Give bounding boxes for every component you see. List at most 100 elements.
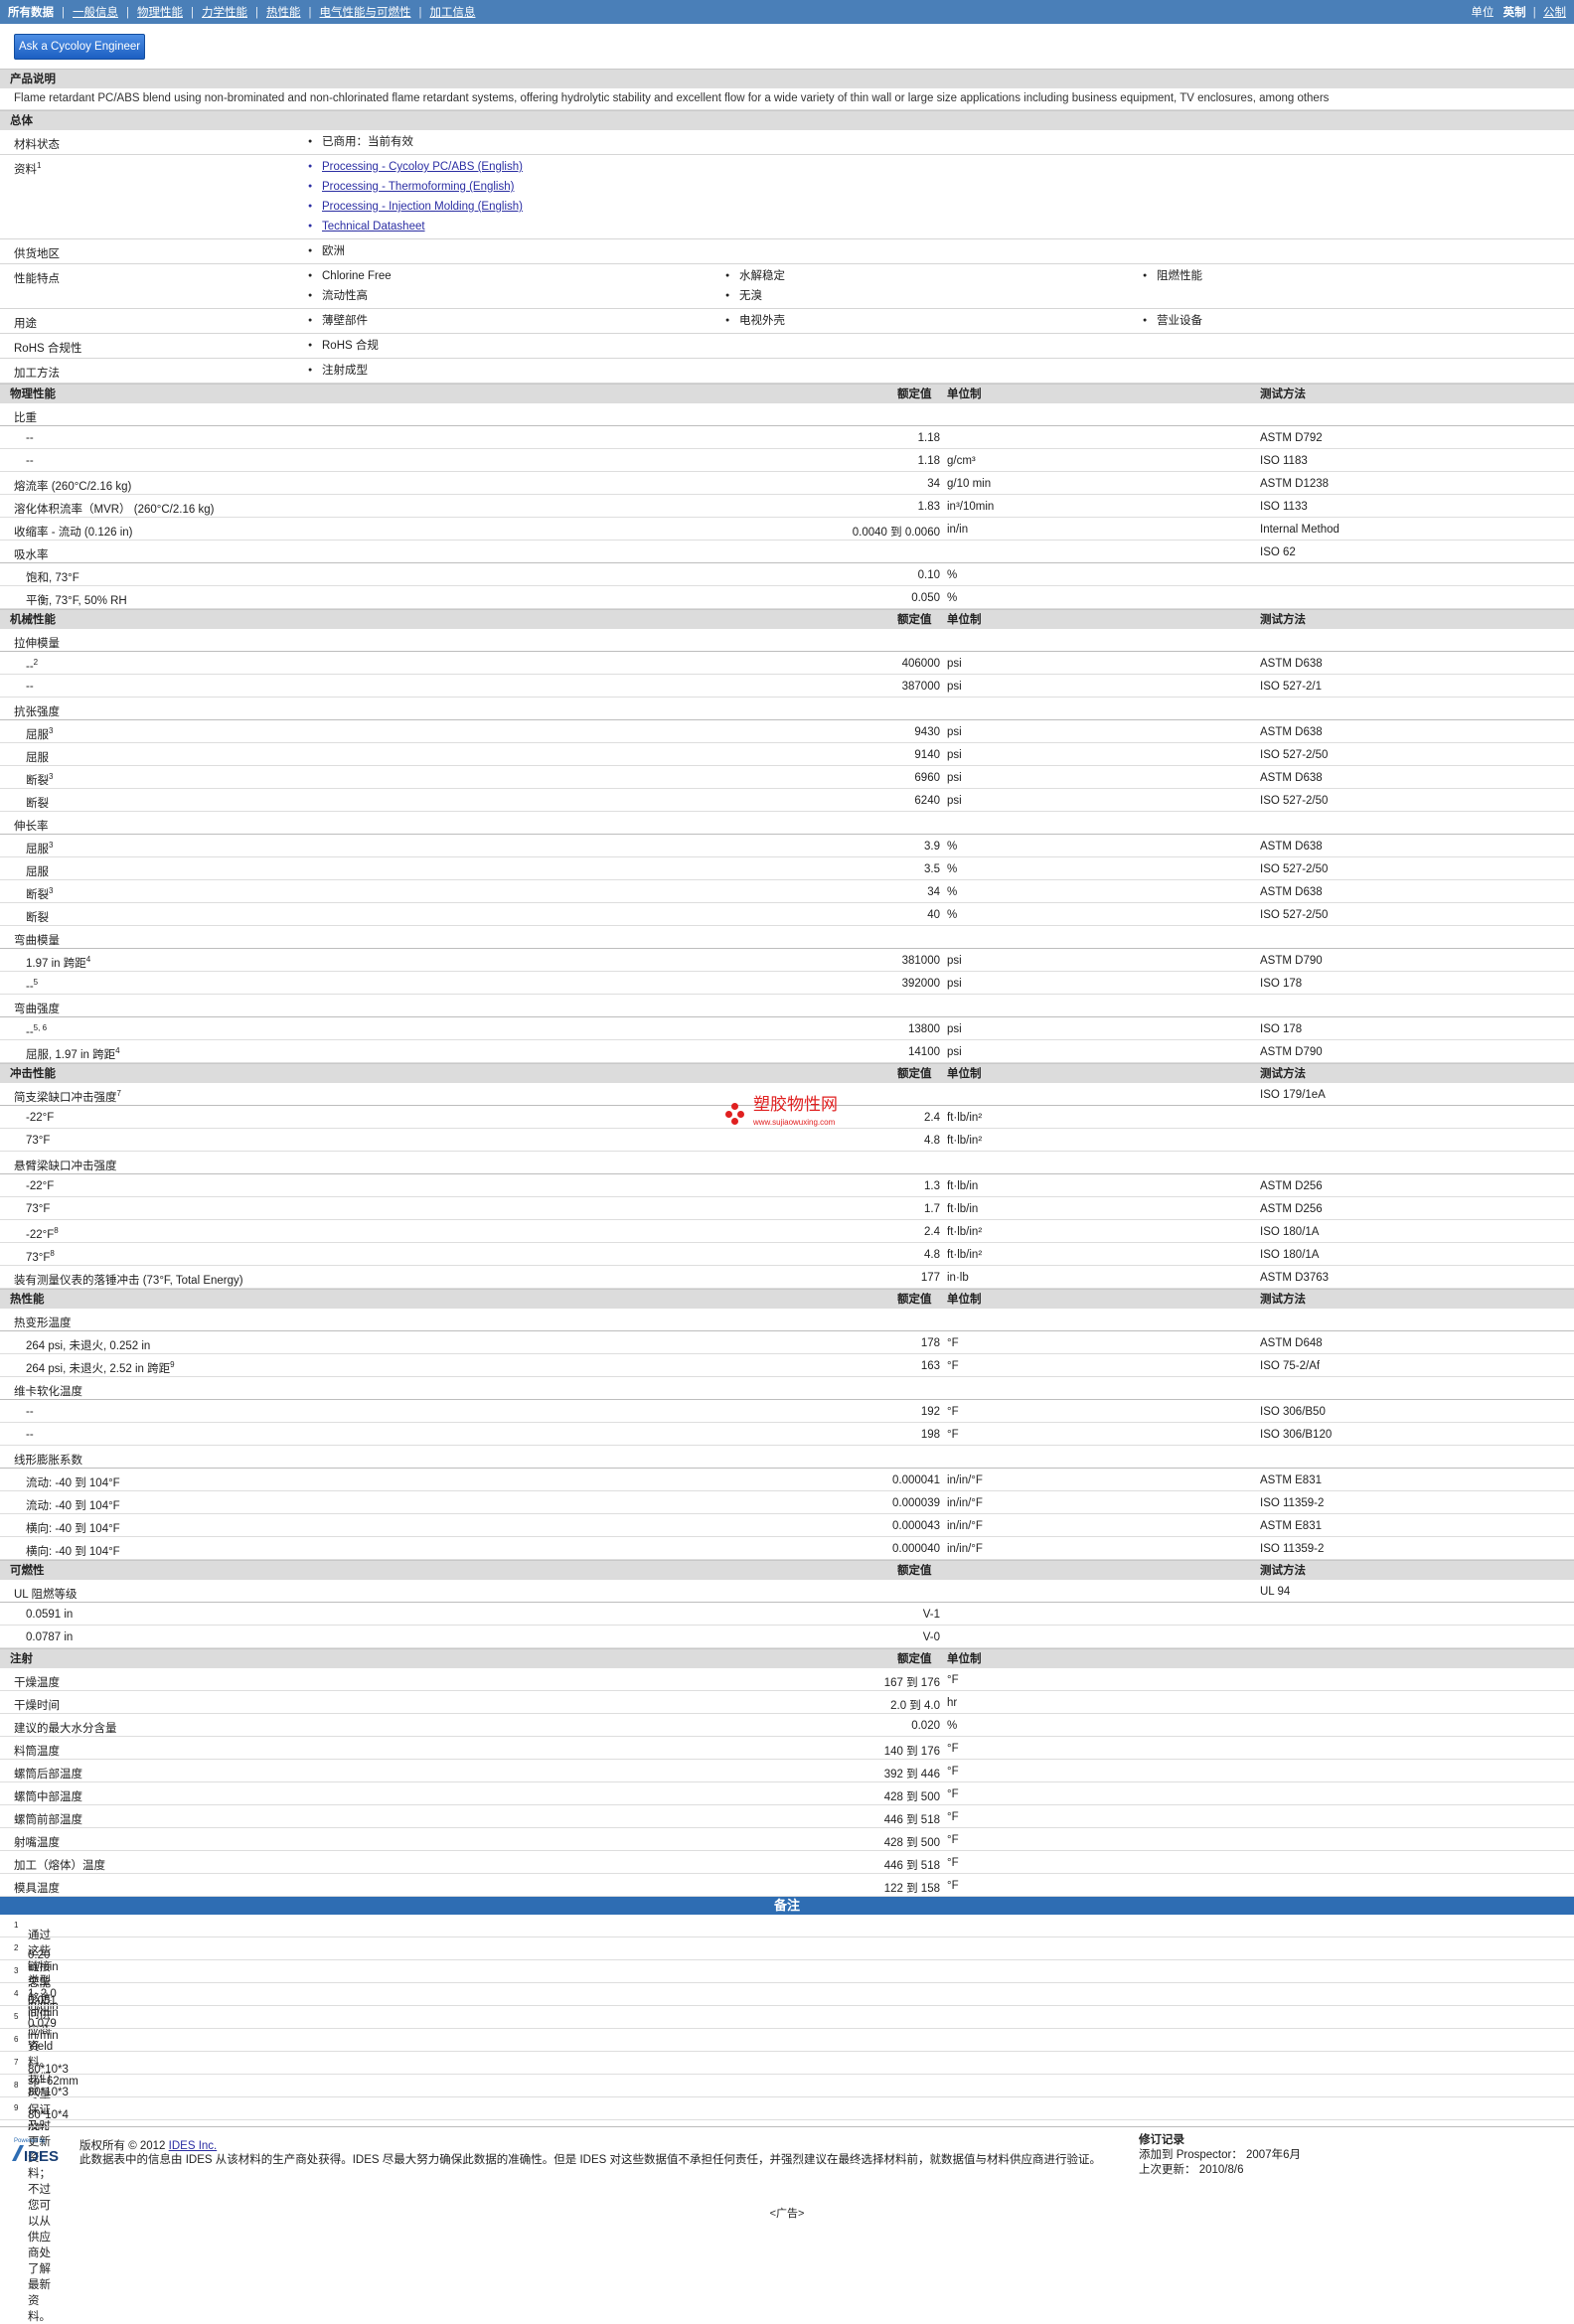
property-value: 0.000043 (892, 1520, 940, 1532)
property-label: 射嘴温度 (14, 1837, 60, 1849)
general-value: 水解稳定 (725, 268, 1143, 284)
property-label: 73°F (26, 1203, 51, 1215)
nav-link-1[interactable]: 一般信息 (73, 7, 118, 19)
property-row: 螺筒中部温度 428 到 500 °F (0, 1782, 1574, 1805)
property-row: 264 psi, 未退火, 2.52 in 跨距9 163 °F ISO 75-2/A… (0, 1354, 1574, 1377)
property-value: 6960 (914, 772, 940, 784)
test-method: ISO 178 (1260, 978, 1303, 990)
physical-header: 物理性能 额定值 单位制 测试方法 (0, 384, 1574, 403)
property-label: -- (26, 432, 34, 444)
units-label: 单位 (1471, 7, 1495, 19)
test-method: ISO 11359-2 (1260, 1543, 1325, 1555)
datasheet-page: 所有数据 | 一般信息 | 物理性能 | 力学性能 | 热性能 | 电气性能与可燃性 | 加工信息 单位… (0, 0, 1574, 2323)
property-value: 3.9 (924, 841, 940, 852)
property-unit: in³/10min (947, 501, 995, 513)
general-value: 已商用：当前有效 (308, 134, 725, 150)
property-value: 9430 (914, 726, 940, 738)
header-value: 额定值 (897, 614, 932, 626)
nav-link-3[interactable]: 力学性能 (202, 7, 247, 19)
property-value: 178 (920, 1337, 940, 1349)
test-method: ASTM E831 (1260, 1520, 1322, 1532)
header-value: 额定值 (897, 1068, 932, 1080)
property-unit: °F (947, 1429, 959, 1441)
property-label: 横向: -40 到 104°F (26, 1546, 120, 1558)
property-value: 1.18 (917, 455, 940, 467)
property-label: 屈服3 (26, 841, 54, 855)
general-row: 材料状态 已商用：当前有效 (0, 130, 1574, 155)
nav-link-2[interactable]: 物理性能 (137, 7, 183, 19)
document-link[interactable]: Technical Datasheet (308, 219, 1574, 234)
property-value: 0.000041 (892, 1474, 940, 1486)
property-row: 断裂 6240 psi ISO 527-2/50 (0, 789, 1574, 812)
property-row: 平衡, 73°F, 50% RH 0.050% (0, 586, 1574, 609)
nav-link-5[interactable]: 电气性能与可燃性 (320, 7, 411, 19)
property-label: 干燥时间 (14, 1700, 60, 1712)
property-label: -- (26, 1429, 34, 1441)
mechanical-header: 机械性能 额定值 单位制 测试方法 (0, 609, 1574, 629)
property-unit: % (947, 592, 958, 604)
general-value: Chlorine Free (308, 268, 725, 284)
property-label: 0.0787 in (26, 1631, 74, 1643)
property-label: 螺筒前部温度 (14, 1814, 82, 1826)
property-label: 流动: -40 到 104°F (26, 1500, 120, 1512)
property-row: -- 198 °F ISO 306/B120 (0, 1423, 1574, 1446)
property-unit: °F (947, 1788, 959, 1800)
added-date: 2007年6月 (1246, 2149, 1301, 2161)
general-table: 材料状态 已商用：当前有效资料1 Processing - Cycoloy PC/A… (0, 130, 1574, 384)
property-unit: psi (947, 772, 962, 784)
nav-link-0[interactable]: 所有数据 (8, 7, 54, 19)
document-link[interactable]: Processing - Thermoforming (English) (308, 179, 1574, 195)
test-method: ASTM D790 (1260, 955, 1323, 967)
property-value: 34 (927, 886, 940, 898)
property-unit: psi (947, 726, 962, 738)
property-unit: psi (947, 1046, 962, 1058)
test-method: ISO 1133 (1260, 501, 1308, 513)
property-row: 断裂3 34% ASTM D638 (0, 880, 1574, 903)
test-method: ASTM D256 (1260, 1180, 1323, 1192)
nav-link-6[interactable]: 加工信息 (430, 7, 476, 19)
general-row-label: 性能特点 (14, 273, 60, 285)
property-row: UL 阻燃等级 UL 94 (0, 1580, 1574, 1603)
test-method: ISO 527-2/50 (1260, 749, 1329, 761)
property-label: 熔流率 (260°C/2.16 kg) (14, 481, 132, 493)
property-unit: in/in/°F (947, 1497, 983, 1509)
property-row: 流动: -40 到 104°F 0.000041 in/in/°F ASTM E831 (0, 1469, 1574, 1491)
header-value: 额定值 (897, 388, 932, 400)
unit-english[interactable]: 英制 (1503, 7, 1526, 19)
site-watermark: 塑胶物性网 www.sujiaowuxing.com (725, 1096, 838, 1132)
nav-link-4[interactable]: 热性能 (266, 7, 301, 19)
property-unit: ft·lb/in² (947, 1249, 983, 1261)
property-unit: psi (947, 749, 962, 761)
property-unit: psi (947, 955, 962, 967)
property-label: 断裂3 (26, 772, 54, 787)
general-value: 无溴 (725, 288, 1143, 304)
property-value: 0.020 (911, 1720, 940, 1732)
property-label: 热变形温度 (14, 1317, 72, 1329)
general-value: 阻燃性能 (1143, 268, 1560, 284)
property-label: --2 (26, 658, 39, 673)
document-link[interactable]: Processing - Cycoloy PC/ABS (English) (308, 159, 1574, 175)
property-unit: psi (947, 1023, 962, 1035)
disclaimer: 此数据表中的信息由 IDES 从该材料的生产商处获得。IDES 尽最大努力确保此… (79, 2154, 1101, 2166)
property-row: -22°F 1.3 ft·lb/in ASTM D256 (0, 1174, 1574, 1197)
property-unit: in/in (947, 524, 969, 536)
general-row: 供货地区 欧洲 (0, 239, 1574, 264)
test-method: ISO 527-2/50 (1260, 863, 1329, 875)
property-value: 1.18 (917, 432, 940, 444)
ask-engineer-button[interactable]: Ask a Cycoloy Engineer (14, 33, 146, 60)
unit-metric-link[interactable]: 公制 (1543, 7, 1566, 19)
general-row-label: 供货地区 (14, 248, 60, 260)
header-method: 测试方法 (1260, 1294, 1306, 1306)
property-value: 1.83 (917, 501, 940, 513)
property-label: 拉伸模量 (14, 638, 60, 650)
property-unit: g/10 min (947, 478, 992, 490)
property-label: 屈服 (26, 752, 49, 764)
document-link[interactable]: Processing - Injection Molding (English) (308, 199, 1574, 215)
section-nav: 所有数据 | 一般信息 | 物理性能 | 力学性能 | 热性能 | 电气性能与可燃性 | 加工信息 (8, 7, 476, 19)
property-unit: ft·lb/in² (947, 1135, 983, 1147)
general-value: 注射成型 (308, 363, 725, 379)
general-row-label: 材料状态 (14, 139, 60, 151)
property-value: 163 (920, 1360, 940, 1372)
property-unit: psi (947, 658, 962, 670)
property-label: --5 (26, 978, 39, 993)
